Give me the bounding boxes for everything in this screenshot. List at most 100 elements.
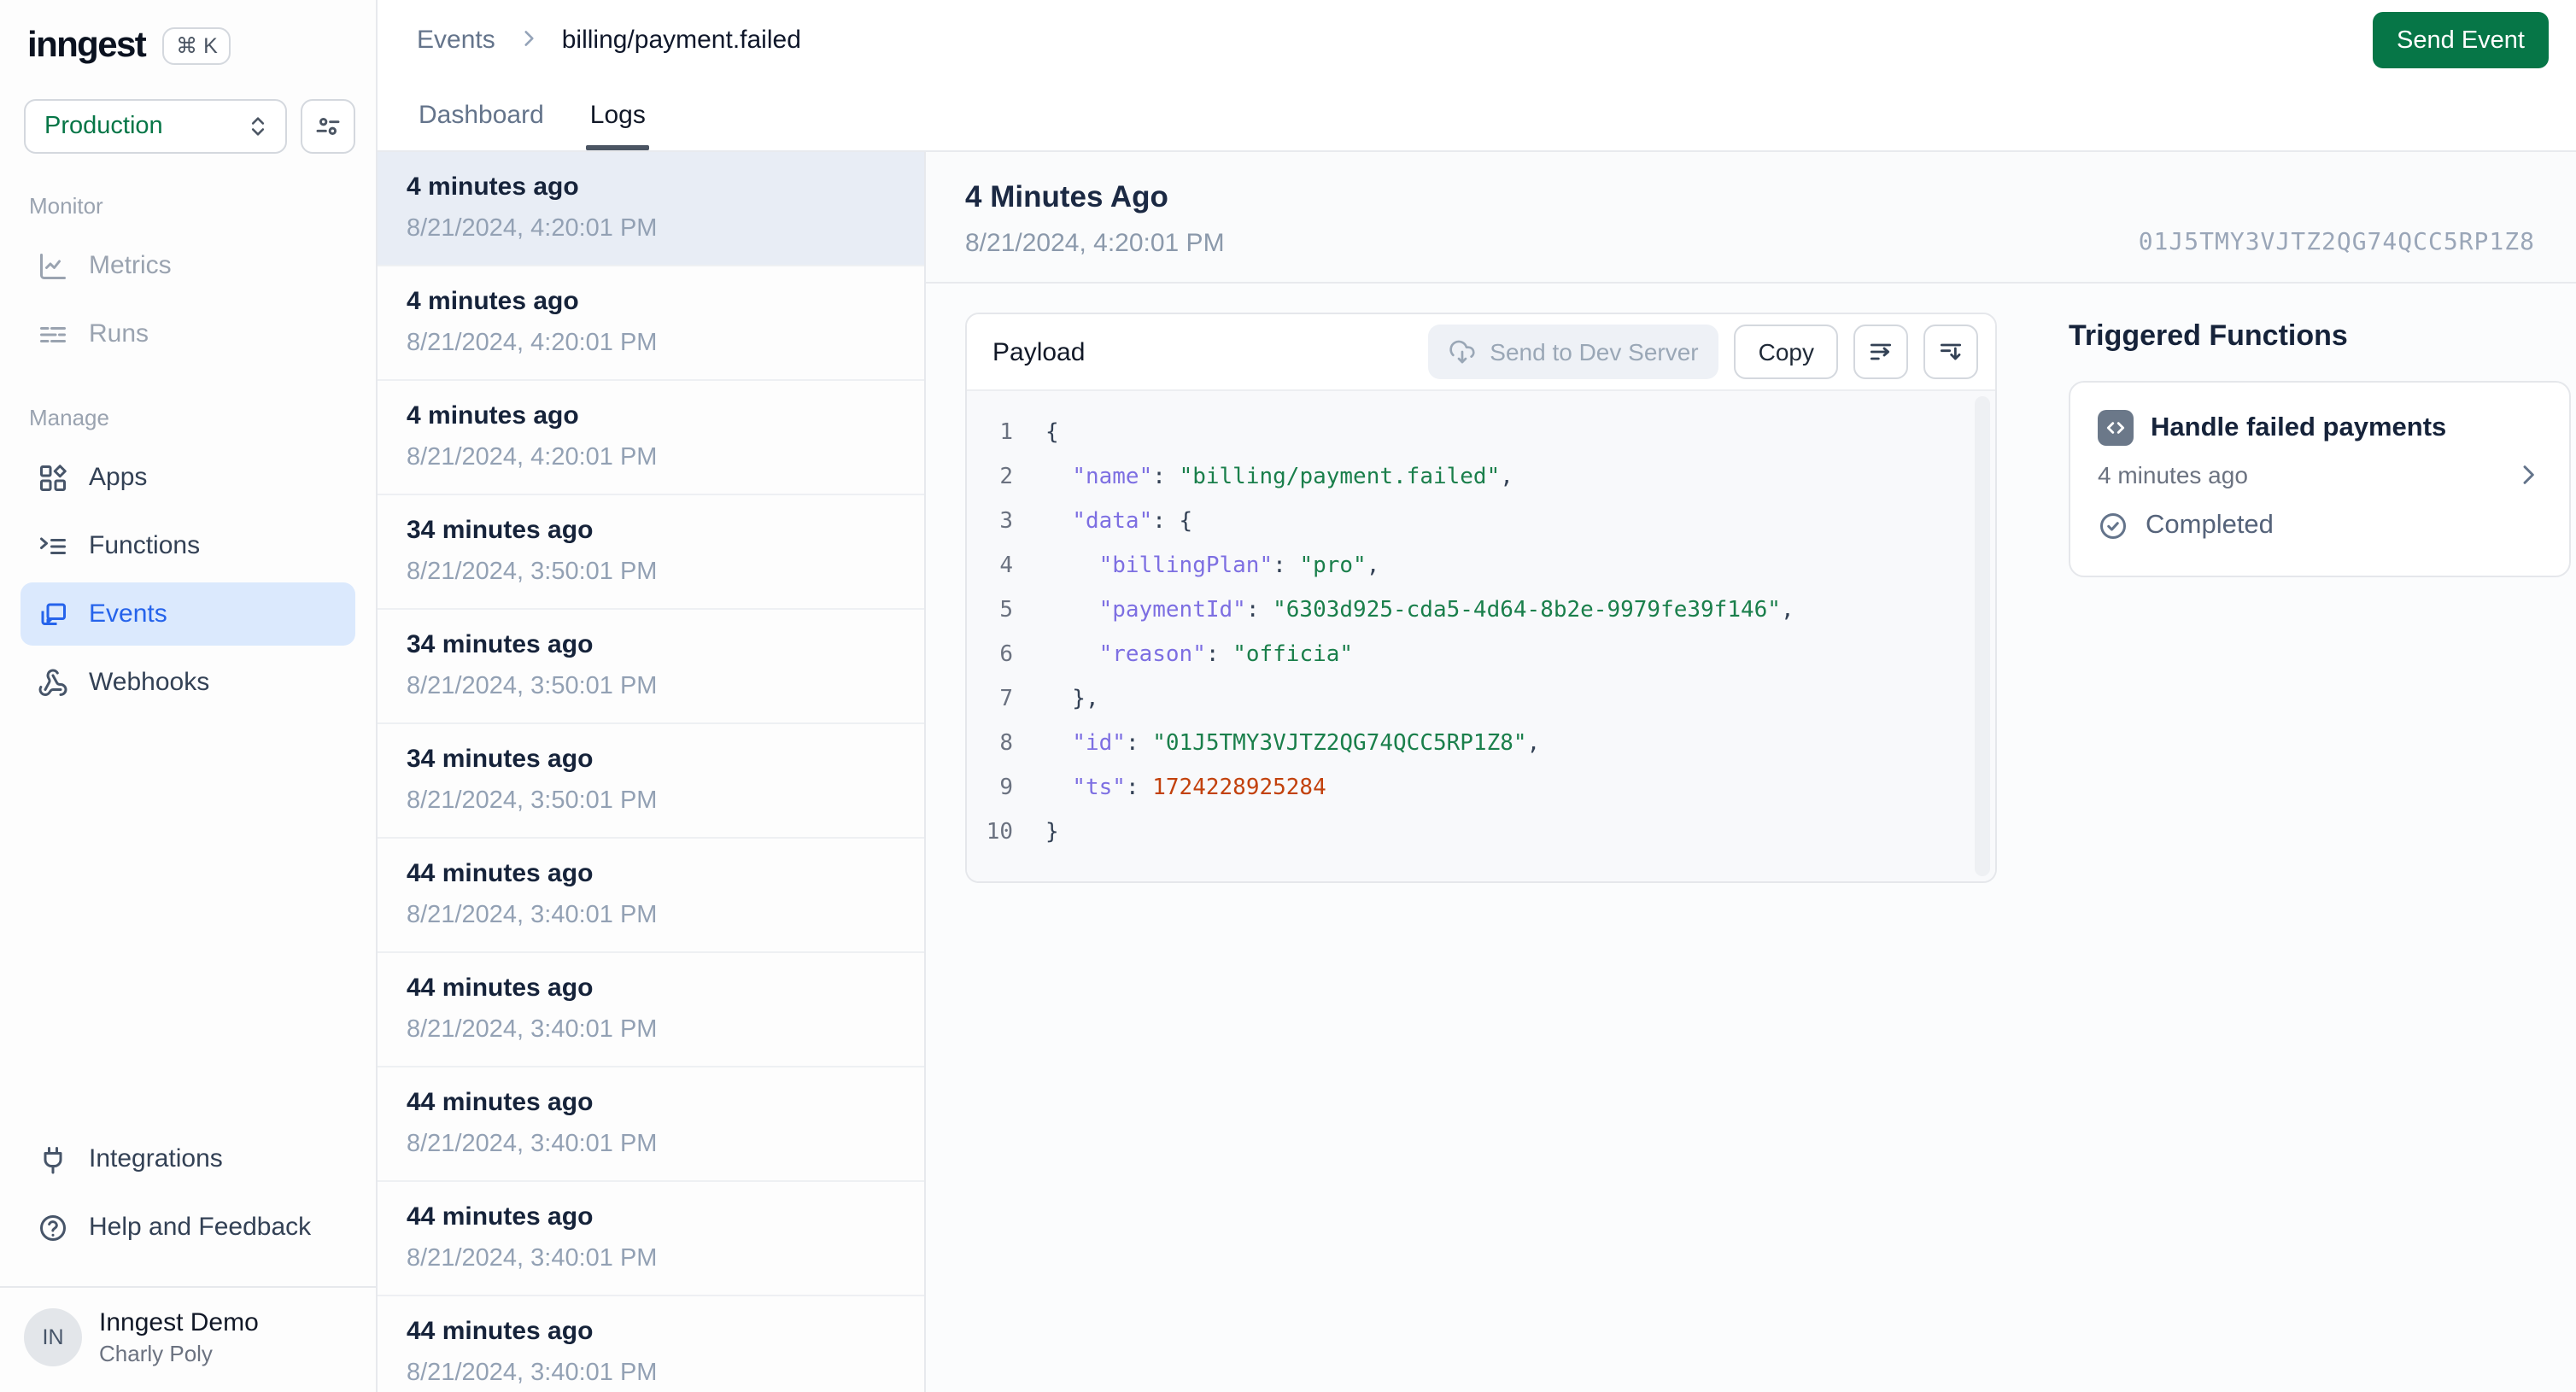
line-number: 8	[999, 731, 1013, 757]
event-list-item[interactable]: 44 minutes ago 8/21/2024, 3:40:01 PM	[378, 1067, 924, 1182]
event-list-item[interactable]: 44 minutes ago 8/21/2024, 3:40:01 PM	[378, 1182, 924, 1296]
runs-list-icon	[38, 319, 68, 349]
sidebar-item-events[interactable]: Events	[20, 582, 355, 646]
sidebar-item-label: Runs	[89, 319, 149, 348]
sidebar-item-help-and-feedback[interactable]: Help and Feedback	[20, 1196, 355, 1259]
code-line: 3 "data": {	[967, 500, 1964, 545]
sidebar-item-label: Help and Feedback	[89, 1213, 312, 1242]
line-source: "ts": 1724228925284	[1072, 775, 1326, 801]
line-source: "name": "billing/payment.failed",	[1072, 465, 1513, 490]
function-status: Completed	[2146, 511, 2274, 540]
line-number: 6	[999, 642, 1013, 668]
sidebar-item-metrics[interactable]: Metrics	[20, 234, 355, 297]
line-number: 5	[999, 598, 1013, 623]
code-line: 1 {	[967, 412, 1964, 456]
event-relative-time: 34 minutes ago	[407, 630, 594, 659]
event-list-item[interactable]: 34 minutes ago 8/21/2024, 3:50:01 PM	[378, 610, 924, 724]
event-timestamp: 8/21/2024, 3:40:01 PM	[407, 1245, 658, 1272]
event-detail-title: 4 Minutes Ago	[965, 179, 1168, 213]
event-list-item[interactable]: 4 minutes ago 8/21/2024, 4:20:01 PM	[378, 381, 924, 495]
environment-select[interactable]: Production	[24, 99, 287, 154]
line-number: 7	[999, 687, 1013, 712]
sidebar-item-webhooks[interactable]: Webhooks	[20, 651, 355, 714]
event-timestamp: 8/21/2024, 3:40:01 PM	[407, 902, 658, 929]
event-timestamp: 8/21/2024, 3:40:01 PM	[407, 1131, 658, 1158]
line-number: 4	[999, 553, 1013, 579]
event-timestamp: 8/21/2024, 4:20:01 PM	[407, 444, 658, 471]
line-number: 2	[999, 465, 1013, 490]
line-number: 10	[986, 820, 1013, 845]
webhook-icon	[38, 667, 68, 698]
triggered-function-card[interactable]: Handle failed payments 4 minutes ago Com…	[2069, 381, 2571, 577]
sliders-icon	[314, 113, 342, 140]
line-number: 3	[999, 509, 1013, 535]
event-timestamp: 8/21/2024, 4:20:01 PM	[407, 330, 658, 357]
event-list: 4 minutes ago 8/21/2024, 4:20:01 PM 4 mi…	[378, 152, 926, 1392]
event-list-item[interactable]: 44 minutes ago 8/21/2024, 3:40:01 PM	[378, 1296, 924, 1392]
event-list-item[interactable]: 44 minutes ago 8/21/2024, 3:40:01 PM	[378, 953, 924, 1067]
sidebar-item-functions[interactable]: Functions	[20, 514, 355, 577]
payload-card: Payload Send to Dev Server Copy 1 {2 "n…	[965, 313, 1997, 883]
line-source: "reason": "officia"	[1098, 642, 1354, 668]
event-list-item[interactable]: 4 minutes ago 8/21/2024, 4:20:01 PM	[378, 266, 924, 381]
payload-json-viewer[interactable]: 1 { 2 "name": "billing/payment.failed", …	[967, 391, 1995, 881]
user-name: Inngest Demo	[99, 1308, 259, 1337]
event-timestamp: 8/21/2024, 4:20:01 PM	[407, 215, 658, 243]
avatar: IN	[24, 1308, 82, 1366]
help-circle-icon	[38, 1212, 68, 1243]
page-header: Events billing/payment.failed Send Event…	[378, 0, 2576, 152]
expand-payload-button[interactable]	[1923, 325, 1978, 379]
section-label-monitor: Monitor	[29, 193, 103, 219]
event-relative-time: 34 minutes ago	[407, 516, 594, 545]
line-source: "billingPlan": "pro",	[1098, 553, 1380, 579]
events-windows-icon	[38, 599, 68, 629]
event-relative-time: 44 minutes ago	[407, 859, 594, 888]
event-detail-header: 4 Minutes Ago 8/21/2024, 4:20:01 PM 01J5…	[926, 152, 2576, 284]
send-event-button[interactable]: Send Event	[2373, 12, 2549, 68]
line-source: "id": "01J5TMY3VJTZ2QG74QCC5RP1Z8",	[1072, 731, 1541, 757]
apps-grid-icon	[38, 462, 68, 493]
line-source: "data": {	[1072, 509, 1193, 535]
line-source: {	[1045, 420, 1059, 446]
plug-icon	[38, 1143, 68, 1174]
inngest-logo: inngest	[27, 26, 147, 65]
payload-title: Payload	[992, 337, 1086, 366]
event-id: 01J5TMY3VJTZ2QG74QCC5RP1Z8	[2138, 229, 2535, 256]
line-number: 1	[999, 420, 1013, 446]
event-list-item[interactable]: 4 minutes ago 8/21/2024, 4:20:01 PM	[378, 152, 924, 266]
event-list-item[interactable]: 34 minutes ago 8/21/2024, 3:50:01 PM	[378, 495, 924, 610]
send-to-dev-server-button[interactable]: Send to Dev Server	[1428, 325, 1719, 379]
event-relative-time: 44 minutes ago	[407, 974, 594, 1003]
tab-dashboard[interactable]: Dashboard	[419, 80, 544, 150]
code-line: 9 "ts": 1724228925284	[967, 767, 1964, 811]
event-relative-time: 4 minutes ago	[407, 401, 579, 430]
breadcrumb-events[interactable]: Events	[417, 26, 495, 55]
event-list-item[interactable]: 34 minutes ago 8/21/2024, 3:50:01 PM	[378, 724, 924, 839]
user-subtitle: Charly Poly	[99, 1341, 213, 1366]
environment-settings-button[interactable]	[301, 99, 355, 154]
line-source: },	[1045, 687, 1099, 712]
copy-button[interactable]: Copy	[1734, 325, 1838, 379]
tabs: Dashboard Logs	[378, 80, 2576, 150]
event-timestamp: 8/21/2024, 3:50:01 PM	[407, 787, 658, 815]
logo-row: inngest ⌘ K	[0, 0, 376, 67]
code-line: 2 "name": "billing/payment.failed",	[967, 456, 1964, 500]
sidebar-item-runs[interactable]: Runs	[20, 302, 355, 366]
tab-logs[interactable]: Logs	[586, 80, 648, 150]
chevron-right-icon	[518, 25, 540, 56]
function-run-time: 4 minutes ago	[2098, 461, 2248, 488]
event-relative-time: 4 minutes ago	[407, 287, 579, 316]
triggered-functions-panel: Triggered Functions Handle failed paymen…	[2069, 313, 2571, 1392]
wrap-text-button[interactable]	[1853, 325, 1908, 379]
event-list-item[interactable]: 44 minutes ago 8/21/2024, 3:40:01 PM	[378, 839, 924, 953]
user-menu[interactable]: IN Inngest Demo Charly Poly	[0, 1286, 376, 1392]
event-timestamp: 8/21/2024, 3:40:01 PM	[407, 1360, 658, 1387]
chevron-up-down-icon	[246, 114, 270, 138]
breadcrumb-current: billing/payment.failed	[561, 26, 801, 55]
sidebar-item-integrations[interactable]: Integrations	[20, 1127, 355, 1190]
event-relative-time: 44 minutes ago	[407, 1202, 594, 1231]
code-line: 6 "reason": "officia"	[967, 634, 1964, 678]
sidebar-item-apps[interactable]: Apps	[20, 446, 355, 509]
code-line: 10 }	[967, 811, 1964, 856]
command-k-shortcut[interactable]: ⌘ K	[162, 27, 231, 65]
